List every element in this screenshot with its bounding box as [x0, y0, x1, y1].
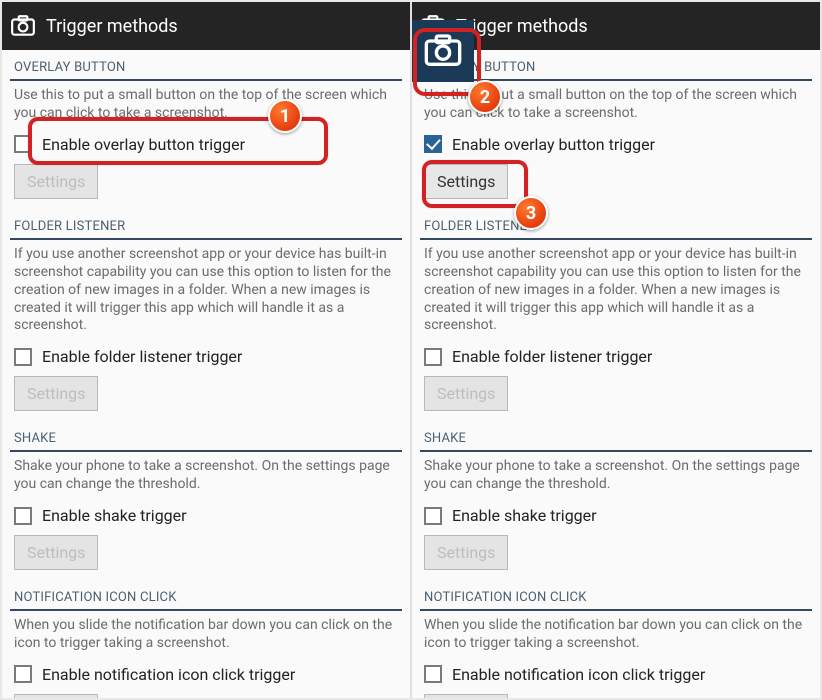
- checkbox-overlay-label: Enable overlay button trigger: [452, 135, 655, 154]
- overlay-check-row[interactable]: Enable overlay button trigger: [10, 129, 402, 160]
- section-header-notification: NOTIFICATION ICON CLICK: [420, 580, 812, 611]
- checkbox-overlay[interactable]: [424, 135, 442, 153]
- section-folder: FOLDER LISTENER If you use another scree…: [412, 209, 820, 422]
- section-desc-overlay: Use this to put a small button on the to…: [420, 87, 812, 129]
- screenshot-right-pane: Trigger methods OVERLAY BUTTON Use this …: [410, 2, 820, 698]
- shake-settings-button: Settings: [424, 535, 508, 570]
- notification-check-row[interactable]: Enable notification icon click trigger: [420, 659, 812, 690]
- section-header-overlay: OVERLAY BUTTON: [420, 50, 812, 81]
- section-notification: NOTIFICATION ICON CLICK When you slide t…: [412, 580, 820, 698]
- content-area: OVERLAY BUTTON Use this to put a small b…: [2, 50, 410, 698]
- section-overlay: OVERLAY BUTTON Use this to put a small b…: [2, 50, 410, 209]
- section-header-folder: FOLDER LISTENER: [10, 209, 402, 240]
- checkbox-shake[interactable]: [424, 507, 442, 525]
- section-header-shake: SHAKE: [10, 421, 402, 452]
- section-header-overlay: OVERLAY BUTTON: [10, 50, 402, 81]
- section-desc-folder: If you use another screenshot app or you…: [420, 246, 812, 342]
- section-shake: SHAKE Shake your phone to take a screens…: [2, 421, 410, 580]
- section-desc-overlay: Use this to put a small button on the to…: [10, 87, 402, 129]
- page-title: Trigger methods: [456, 16, 588, 37]
- checkbox-notification-label: Enable notification icon click trigger: [42, 665, 295, 684]
- folder-check-row[interactable]: Enable folder listener trigger: [420, 341, 812, 372]
- section-desc-notification: When you slide the notification bar down…: [10, 617, 402, 659]
- section-desc-shake: Shake your phone to take a screenshot. O…: [420, 458, 812, 500]
- checkbox-notification-label: Enable notification icon click trigger: [452, 665, 705, 684]
- checkbox-folder-label: Enable folder listener trigger: [452, 347, 652, 366]
- appbar: Trigger methods: [2, 2, 410, 50]
- checkbox-folder-label: Enable folder listener trigger: [42, 347, 242, 366]
- notification-settings-button: Settings: [14, 694, 98, 698]
- section-notification: NOTIFICATION ICON CLICK When you slide t…: [2, 580, 410, 698]
- checkbox-notification[interactable]: [14, 665, 32, 683]
- folder-check-row[interactable]: Enable folder listener trigger: [10, 341, 402, 372]
- checkbox-folder[interactable]: [424, 348, 442, 366]
- section-folder: FOLDER LISTENER If you use another scree…: [2, 209, 410, 422]
- overlay-settings-button: Settings: [14, 164, 98, 199]
- checkbox-shake[interactable]: [14, 507, 32, 525]
- checkbox-overlay[interactable]: [14, 135, 32, 153]
- checkbox-shake-label: Enable shake trigger: [42, 506, 187, 525]
- checkbox-shake-label: Enable shake trigger: [452, 506, 597, 525]
- shake-check-row[interactable]: Enable shake trigger: [10, 500, 402, 531]
- notification-settings-button: Settings: [424, 694, 508, 698]
- checkbox-notification[interactable]: [424, 665, 442, 683]
- folder-settings-button: Settings: [424, 376, 508, 411]
- camera-icon: [10, 13, 36, 39]
- section-desc-folder: If you use another screenshot app or you…: [10, 246, 402, 342]
- folder-settings-button: Settings: [14, 376, 98, 411]
- overlay-settings-button[interactable]: Settings: [424, 164, 508, 199]
- overlay-camera-button[interactable]: [412, 20, 474, 82]
- shake-settings-button: Settings: [14, 535, 98, 570]
- section-desc-shake: Shake your phone to take a screenshot. O…: [10, 458, 402, 500]
- section-header-notification: NOTIFICATION ICON CLICK: [10, 580, 402, 611]
- checkbox-overlay-label: Enable overlay button trigger: [42, 135, 245, 154]
- section-desc-notification: When you slide the notification bar down…: [420, 617, 812, 659]
- overlay-check-row[interactable]: Enable overlay button trigger: [420, 129, 812, 160]
- checkbox-folder[interactable]: [14, 348, 32, 366]
- section-shake: SHAKE Shake your phone to take a screens…: [412, 421, 820, 580]
- page-title: Trigger methods: [46, 16, 178, 37]
- shake-check-row[interactable]: Enable shake trigger: [420, 500, 812, 531]
- section-header-folder: FOLDER LISTENER: [420, 209, 812, 240]
- content-area: OVERLAY BUTTON Use this to put a small b…: [412, 50, 820, 698]
- section-header-shake: SHAKE: [420, 421, 812, 452]
- screenshot-left-pane: Trigger methods OVERLAY BUTTON Use this …: [2, 2, 410, 698]
- notification-check-row[interactable]: Enable notification icon click trigger: [10, 659, 402, 690]
